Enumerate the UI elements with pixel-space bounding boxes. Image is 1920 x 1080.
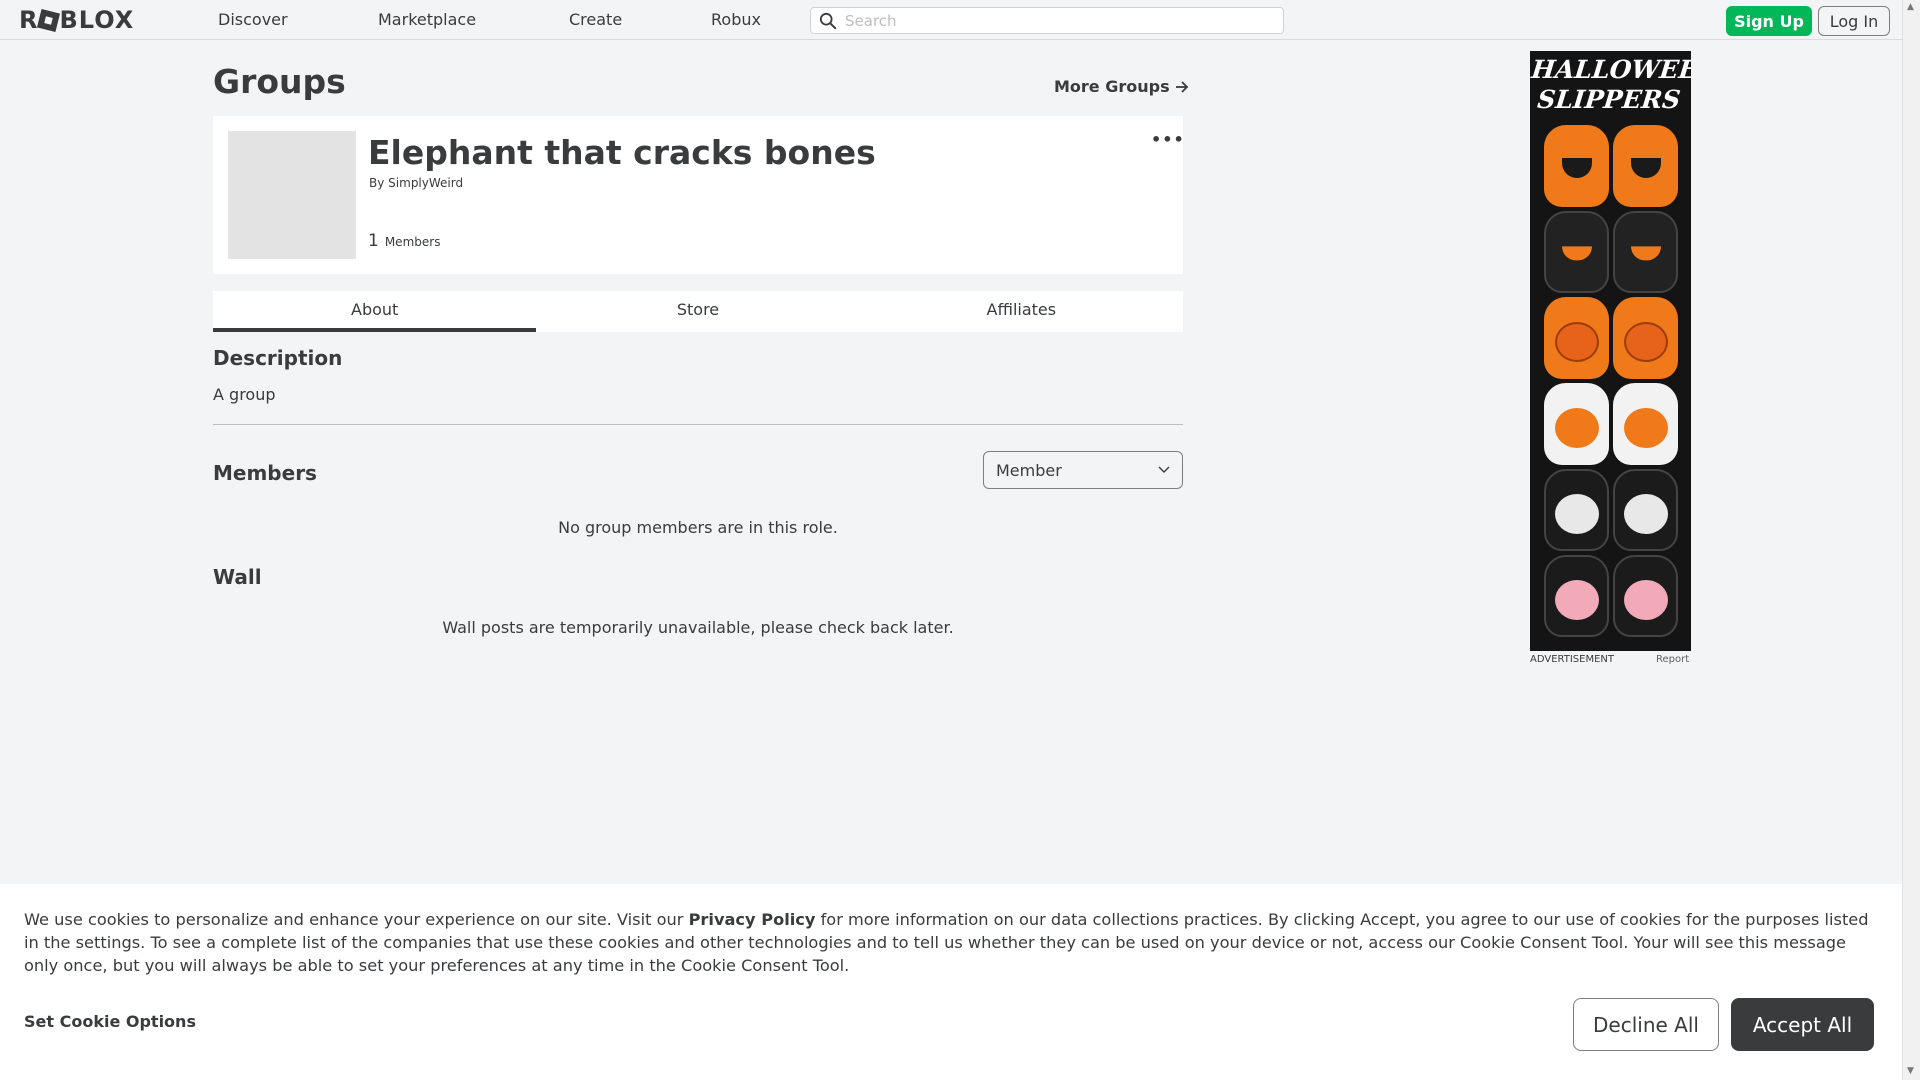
tab-store[interactable]: Store [536,291,859,332]
cookie-message: We use cookies to personalize and enhanc… [24,908,1884,977]
nav-create[interactable]: Create [569,10,622,29]
privacy-policy-link[interactable]: Privacy Policy [689,910,816,929]
set-cookie-options-link[interactable]: Set Cookie Options [24,1012,196,1031]
scroll-down-arrow-icon[interactable]: ▼ [1907,1066,1914,1076]
advertisement-label: ADVERTISEMENT [1530,654,1615,665]
arrow-right-icon [1175,80,1188,93]
role-selected-value: Member [996,460,1062,480]
decline-all-button[interactable]: Decline All [1573,998,1719,1051]
black-pumpkin-slipper-icon [1613,211,1678,293]
advertisement-banner[interactable]: HALLOWEEN SLIPPERS [1530,51,1691,651]
orange-pumpkin-slipper-icon [1544,297,1609,379]
ad-slipper-row [1544,383,1678,465]
member-count-number: 1 [368,231,379,251]
more-dots-icon[interactable]: ••• [1151,130,1185,149]
nav-marketplace[interactable]: Marketplace [378,10,476,29]
login-button[interactable]: Log In [1818,6,1890,36]
section-divider [213,424,1183,425]
scroll-up-arrow-icon[interactable]: ▲ [1907,2,1914,12]
nav-robux[interactable]: Robux [711,10,761,29]
group-name: Elephant that cracks bones [368,133,876,172]
group-owner: By SimplyWeird [369,176,463,190]
group-member-count: 1 Members [368,231,440,251]
ad-slipper-row [1544,125,1678,207]
description-heading: Description [213,346,343,370]
page-title: Groups [213,62,346,101]
owner-prefix: By [369,176,385,190]
ad-report-link[interactable]: Report [1656,654,1689,665]
search-box[interactable] [810,7,1284,34]
search-icon [819,12,837,29]
pink-bear-slipper-icon [1613,555,1678,637]
owner-name-link[interactable]: SimplyWeird [388,176,463,190]
description-text: A group [213,385,276,404]
more-groups-link[interactable]: More Groups [1054,77,1189,96]
pink-bear-slipper-icon [1544,555,1609,637]
chevron-down-icon [1158,466,1170,473]
wall-heading: Wall [213,565,262,589]
tab-affiliates[interactable]: Affiliates [860,291,1183,332]
tab-about[interactable]: About [213,291,537,332]
pumpkin-slipper-icon [1613,125,1678,207]
wall-unavailable-message: Wall posts are temporarily unavailable, … [442,618,954,637]
ad-title-line1: HALLOWEEN [1530,55,1691,84]
white-pumpkin-slipper-icon [1544,383,1609,465]
signup-button[interactable]: Sign Up [1726,6,1812,36]
search-input[interactable] [845,11,1283,30]
bear-slipper-icon [1613,469,1678,551]
accept-all-button[interactable]: Accept All [1731,998,1874,1051]
pumpkin-slipper-icon [1544,125,1609,207]
group-header-card: Elephant that cracks bones By SimplyWeir… [213,116,1185,274]
role-dropdown[interactable]: Member [983,451,1183,489]
logo-letters-blox: BLOX [59,6,135,34]
members-empty-message: No group members are in this role. [558,518,838,537]
white-pumpkin-slipper-icon [1613,383,1678,465]
cookie-consent-banner: We use cookies to personalize and enhanc… [0,884,1902,1080]
logo-o-mark-icon [37,8,61,32]
ad-slipper-row [1544,555,1678,637]
more-groups-label: More Groups [1054,77,1170,96]
member-count-label: Members [384,235,441,249]
group-emblem-placeholder [228,131,356,259]
members-heading: Members [213,461,317,485]
nav-discover[interactable]: Discover [218,10,288,29]
ad-title: HALLOWEEN SLIPPERS [1530,55,1691,115]
black-pumpkin-slipper-icon [1544,211,1609,293]
bear-slipper-icon [1544,469,1609,551]
ad-title-line2: SLIPPERS [1536,85,1682,114]
orange-pumpkin-slipper-icon [1613,297,1678,379]
top-nav-bar: R BLOX Discover Marketplace Create Robux … [0,0,1902,40]
roblox-logo[interactable]: R BLOX [19,6,134,34]
ad-slipper-row [1544,211,1678,293]
group-tabs: About Store Affiliates [213,291,1183,332]
cookie-text-before: We use cookies to personalize and enhanc… [24,910,689,929]
page-scrollbar[interactable]: ▲ ▼ [1902,0,1920,1080]
logo-letter-r: R [19,6,39,34]
ad-slipper-row [1544,297,1678,379]
ad-slipper-row [1544,469,1678,551]
